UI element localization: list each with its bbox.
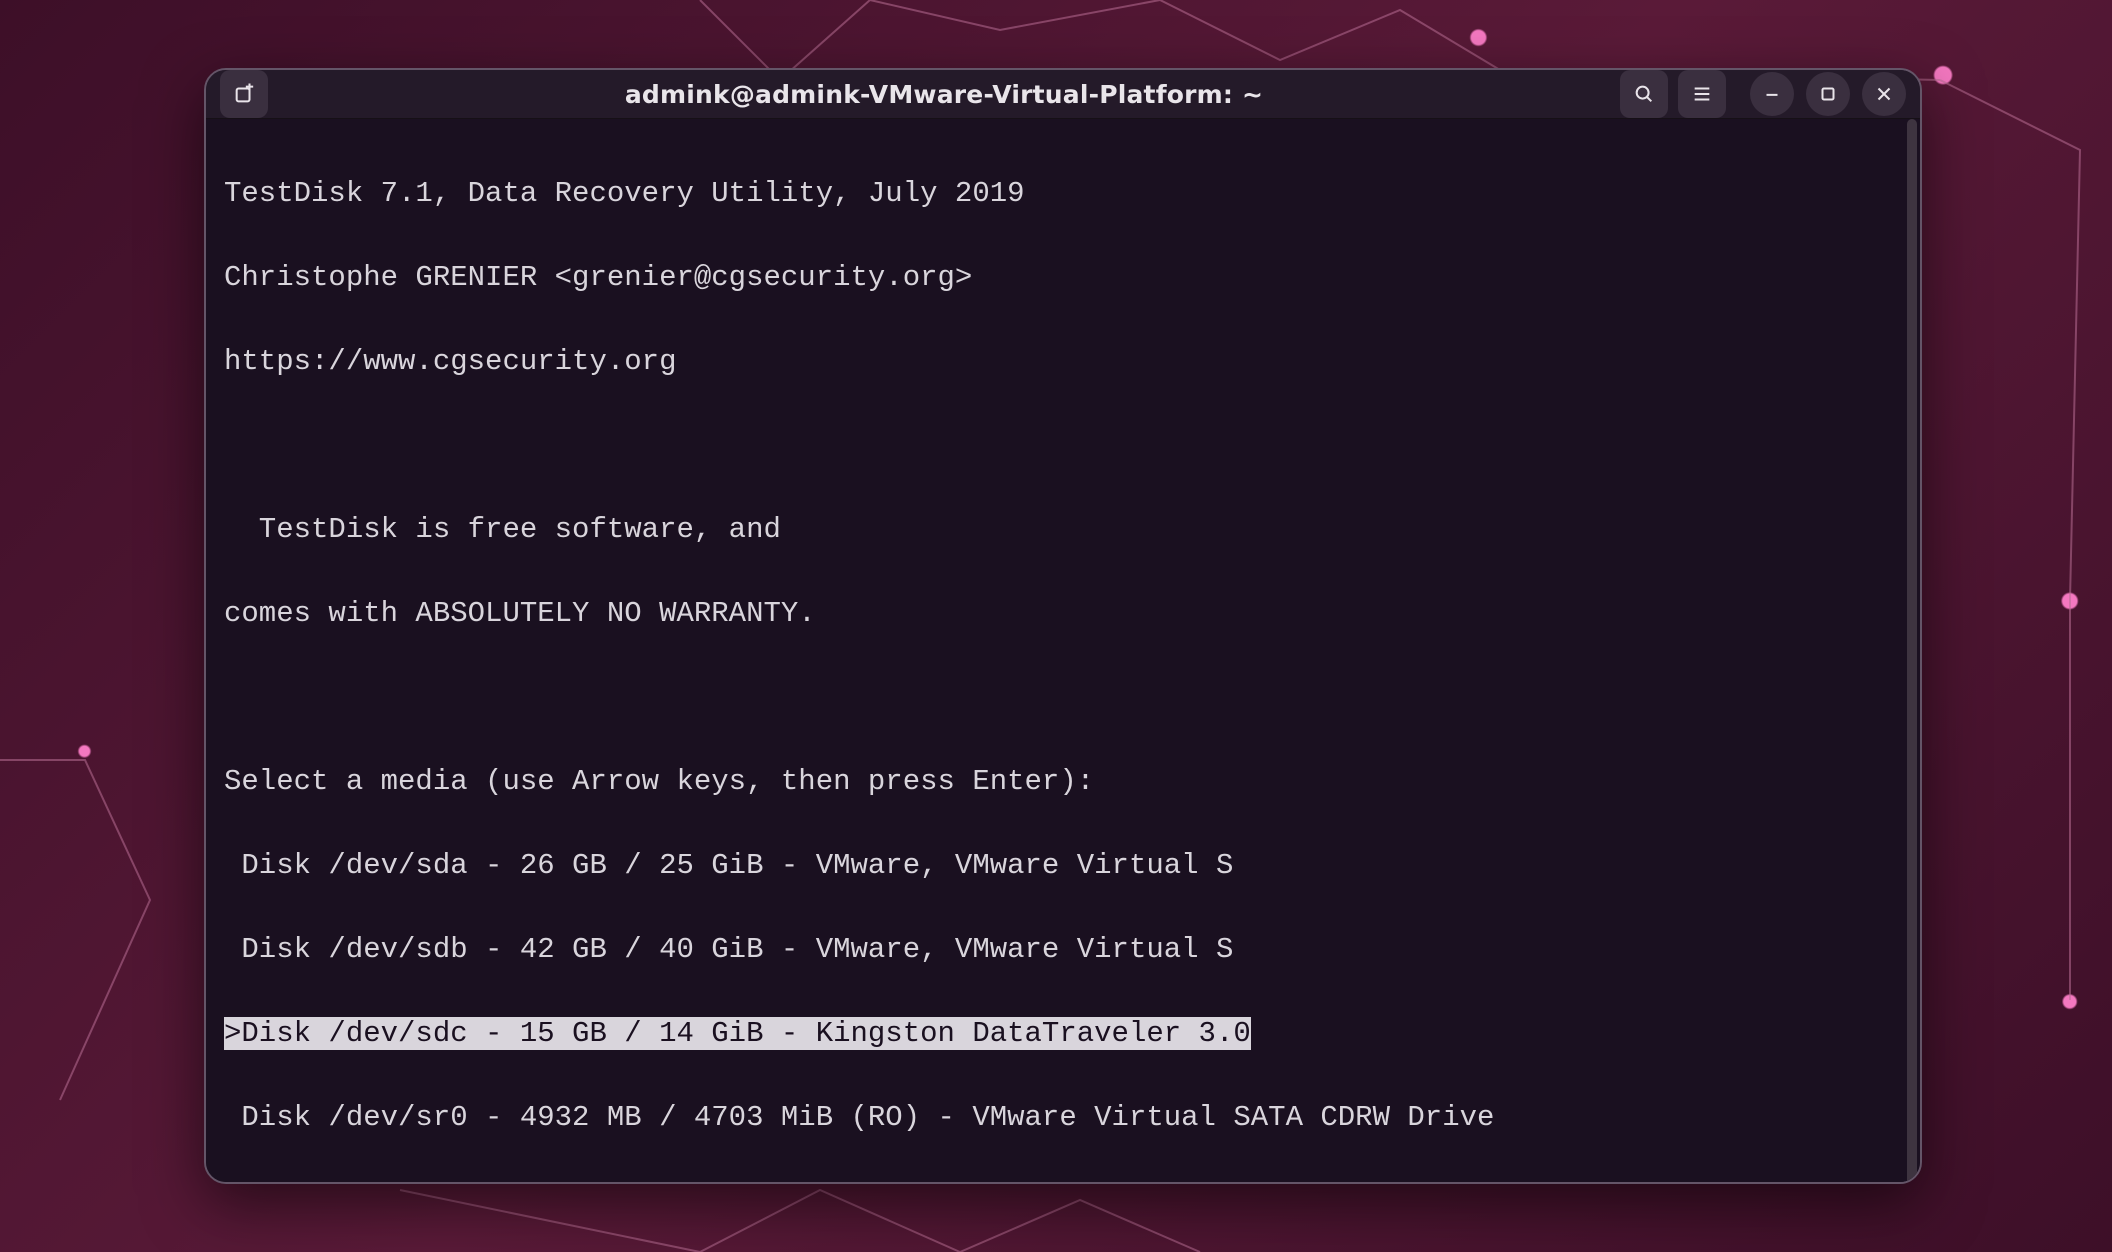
blank-line [224, 425, 1902, 467]
selection-highlight: >Disk /dev/sdc - 15 GB / 14 GiB - Kingst… [224, 1017, 1251, 1050]
blank-line [224, 677, 1902, 719]
header-line: Christophe GRENIER <grenier@cgsecurity.o… [224, 257, 1902, 299]
window-title: admink@admink-VMware-Virtual-Platform: ~ [278, 80, 1610, 109]
disk-item[interactable]: Disk /dev/sdb - 42 GB / 40 GiB - VMware,… [224, 929, 1902, 971]
intro-line: TestDisk is free software, and [224, 509, 1902, 551]
new-tab-button[interactable] [220, 70, 268, 118]
titlebar: admink@admink-VMware-Virtual-Platform: ~ [206, 70, 1920, 119]
menu-button[interactable] [1678, 70, 1726, 118]
maximize-icon [1817, 83, 1839, 105]
disk-item[interactable]: Disk /dev/sda - 26 GB / 25 GiB - VMware,… [224, 845, 1902, 887]
disk-item[interactable]: Disk /dev/sr0 - 4932 MB / 4703 MiB (RO) … [224, 1097, 1902, 1139]
new-tab-icon [233, 83, 255, 105]
disk-item[interactable]: Disk /dev/loop0 - 4096 B (RO) [224, 1181, 1902, 1184]
scrollbar[interactable] [1907, 119, 1917, 1184]
maximize-button[interactable] [1806, 72, 1850, 116]
scrollbar-thumb[interactable] [1907, 119, 1917, 1184]
hamburger-icon [1691, 83, 1713, 105]
terminal-window: admink@admink-VMware-Virtual-Platform: ~ [204, 68, 1922, 1184]
select-prompt: Select a media (use Arrow keys, then pre… [224, 761, 1902, 803]
minimize-button[interactable] [1750, 72, 1794, 116]
close-button[interactable] [1862, 72, 1906, 116]
terminal-content[interactable]: TestDisk 7.1, Data Recovery Utility, Jul… [206, 119, 1920, 1184]
disk-item-selected[interactable]: >Disk /dev/sdc - 15 GB / 14 GiB - Kingst… [224, 1013, 1902, 1055]
close-icon [1873, 83, 1895, 105]
header-line: TestDisk 7.1, Data Recovery Utility, Jul… [224, 173, 1902, 215]
search-button[interactable] [1620, 70, 1668, 118]
intro-line: comes with ABSOLUTELY NO WARRANTY. [224, 593, 1902, 635]
header-line: https://www.cgsecurity.org [224, 341, 1902, 383]
minimize-icon [1761, 83, 1783, 105]
search-icon [1633, 83, 1655, 105]
